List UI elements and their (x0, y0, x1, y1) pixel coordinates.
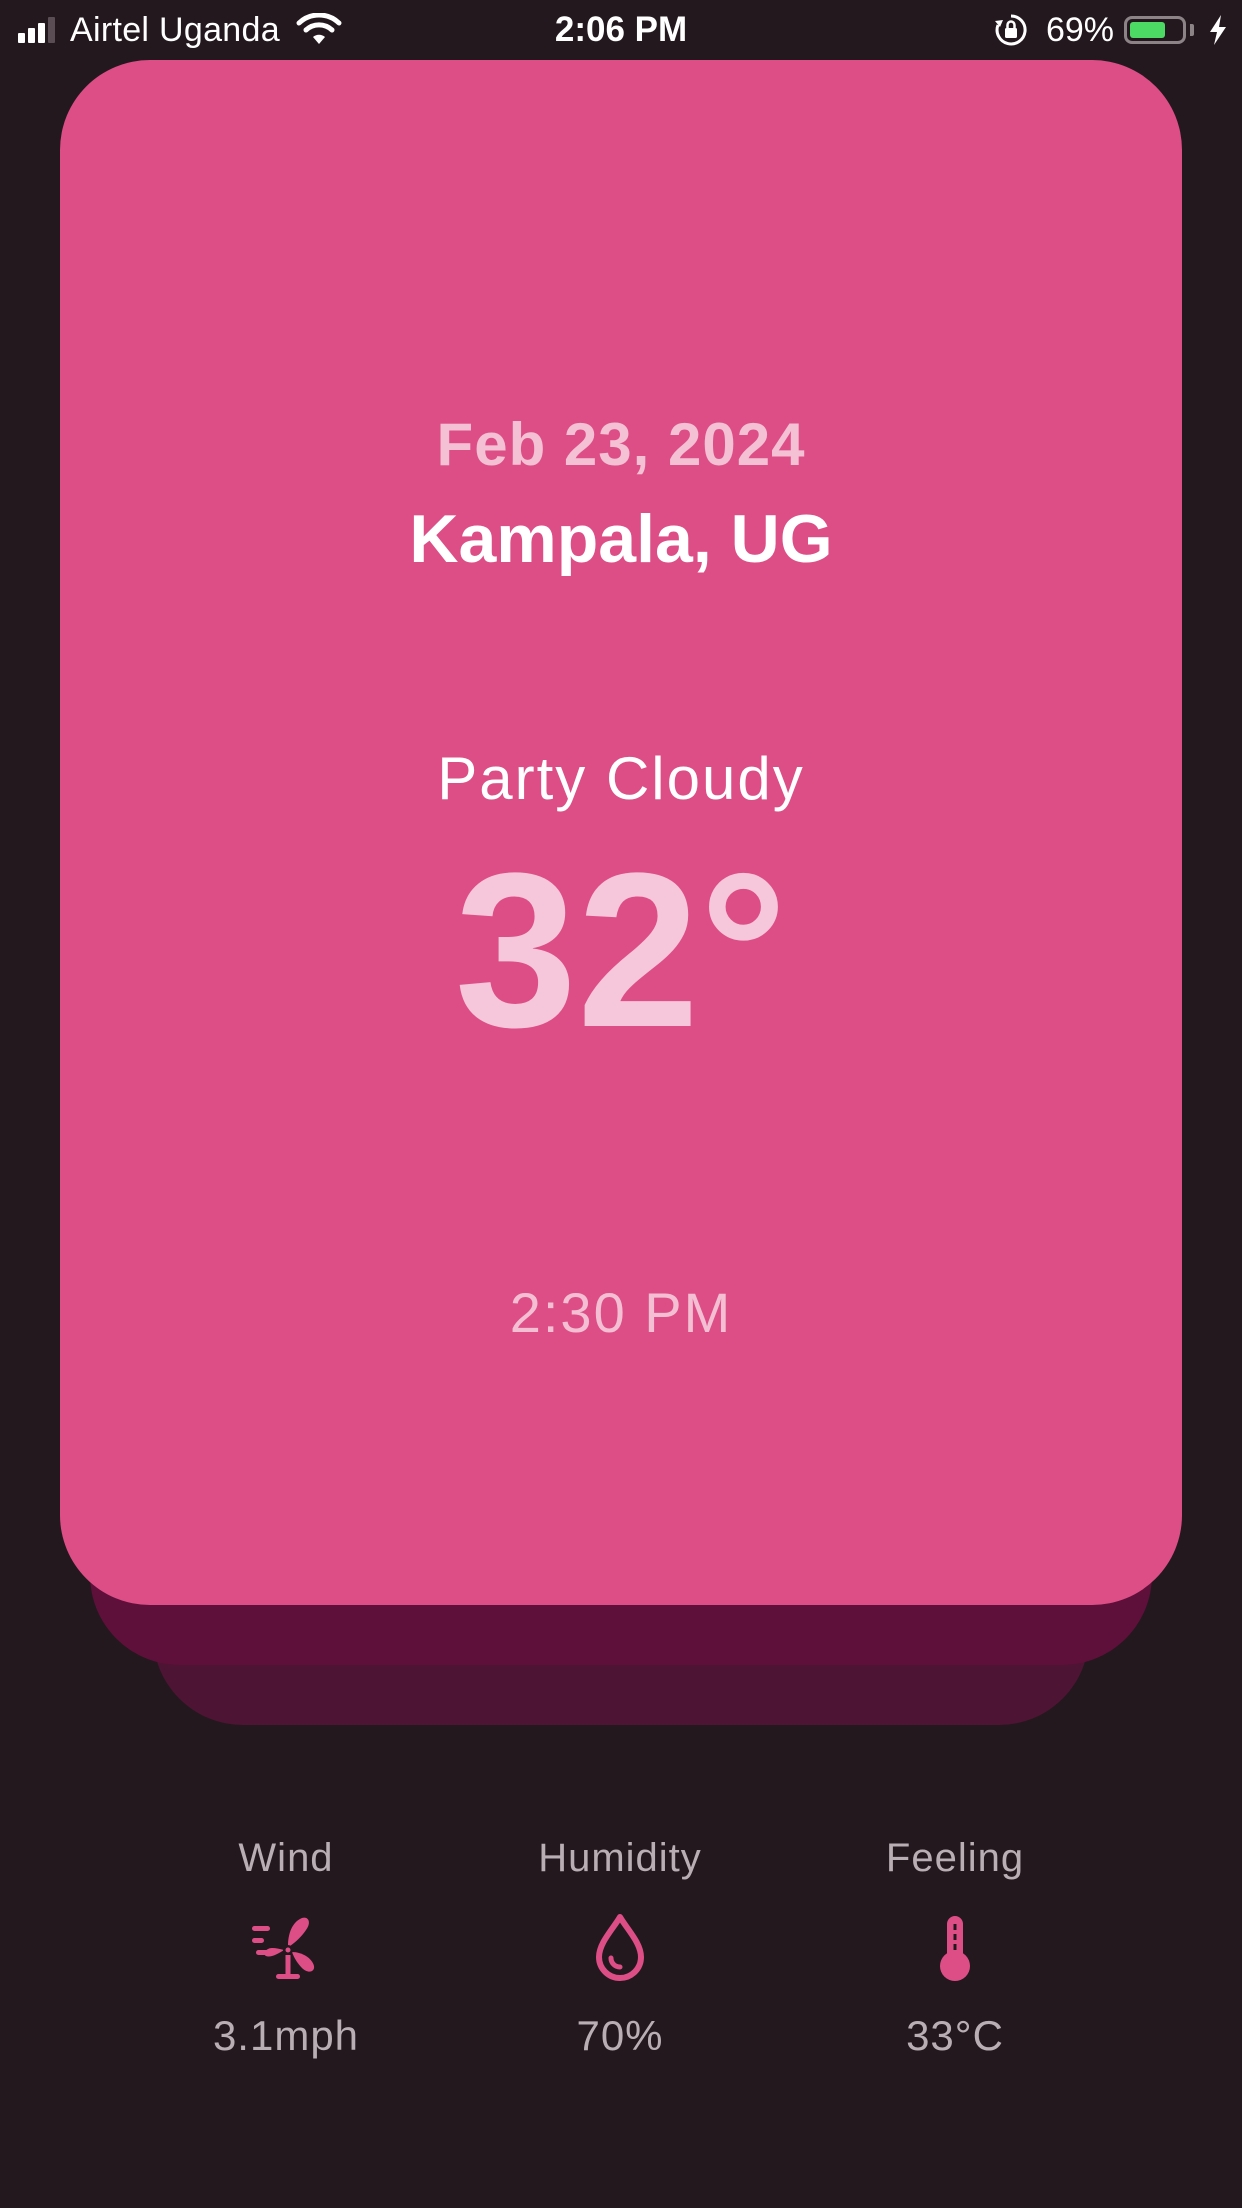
status-right: 69% (994, 8, 1228, 52)
forecast-date: Feb 23, 2024 (436, 411, 806, 478)
wind-label: Wind (238, 1836, 334, 1880)
weather-condition: Party Cloudy (437, 745, 805, 812)
weather-card[interactable]: Feb 23, 2024 Kampala, UG Party Cloudy 32… (60, 60, 1182, 1605)
rotation-lock-icon (994, 14, 1027, 46)
charging-bolt-icon (1210, 15, 1226, 45)
wind-stat: Wind 3.1mph (136, 1830, 436, 2066)
thermometer-icon (940, 1916, 970, 1981)
temperature: 32° (454, 827, 788, 1073)
battery-icon (1124, 16, 1186, 44)
battery-nub (1190, 24, 1194, 36)
feeling-label: Feeling (885, 1836, 1025, 1880)
status-bar: Airtel Uganda 2:06 PM 69% (0, 0, 1242, 60)
humidity-label: Humidity (538, 1836, 702, 1880)
battery-percentage: 69% (1045, 10, 1114, 49)
forecast-time: 2:30 PM (509, 1281, 733, 1344)
water-drop-icon (596, 1914, 644, 1981)
feeling-stat: Feeling 33°C (805, 1830, 1105, 2066)
humidity-stat: Humidity 70% (470, 1830, 770, 2066)
battery-fill (1130, 22, 1165, 38)
weather-screen: Airtel Uganda 2:06 PM 69% Feb 23, 2024 K… (0, 0, 1242, 2208)
feeling-value: 33°C (906, 2012, 1004, 2059)
fan-wind-icon (252, 1917, 315, 1979)
humidity-value: 70% (576, 2012, 664, 2059)
location-name: Kampala, UG (409, 501, 833, 577)
wind-value: 3.1mph (212, 2012, 360, 2059)
